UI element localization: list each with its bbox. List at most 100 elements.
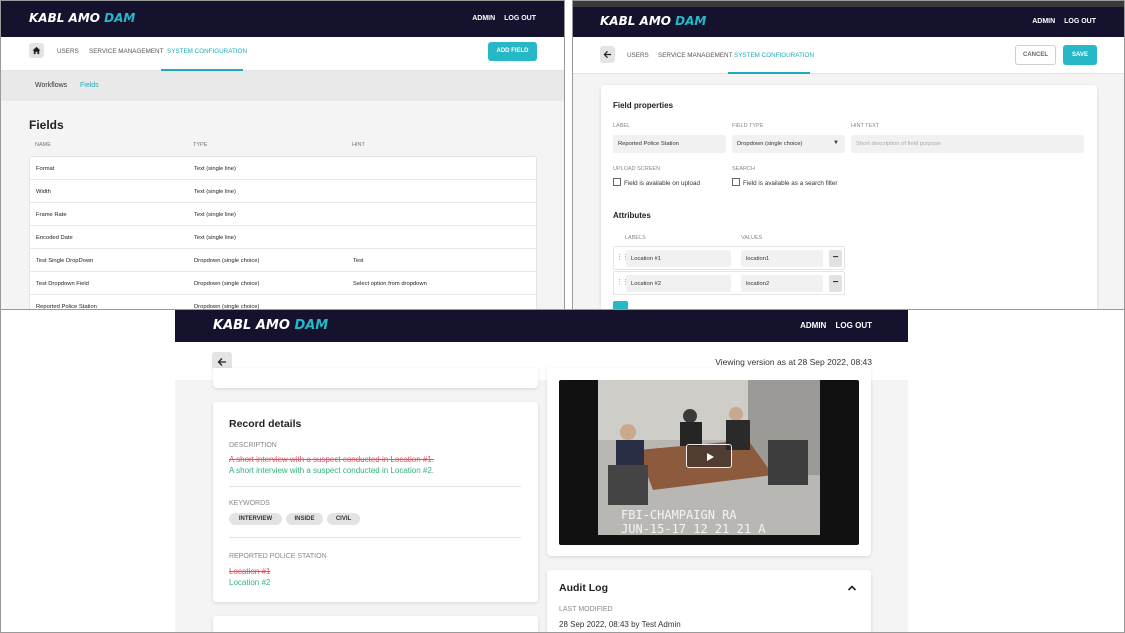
field-hint: Test [353,258,364,264]
table-row[interactable]: Test Dropdown Field Dropdown (single cho… [30,272,536,295]
station-old: Location #1 [229,567,271,576]
attribute-row: ⋮⋮ Location #2 location2 − [613,271,845,295]
label-input[interactable]: Reported Police Station [613,135,726,153]
table-row[interactable]: Frame Rate Text (single line) [30,203,536,226]
audit-log-card: Audit Log LAST MODIFIED 28 Sep 2022, 08:… [547,570,871,632]
field-type-caption: FIELD TYPE [732,123,764,129]
next-card [213,616,538,632]
chevron-up-icon[interactable] [847,584,857,592]
play-button[interactable] [686,444,732,468]
remove-attribute-button[interactable]: − [829,275,842,292]
active-tab-indicator [728,72,810,74]
table-row[interactable]: Encoded Date Text (single line) [30,226,536,249]
arrow-left-icon [603,50,612,59]
tab-service-management[interactable]: SERVICE MANAGEMENT [658,52,732,59]
brand-logo[interactable]: KABL AMO DAM [600,14,706,28]
admin-link[interactable]: ADMIN [472,15,495,22]
admin-link[interactable]: ADMIN [800,321,826,330]
top-bar: KABL AMO DAM ADMIN LOG OUT [1,1,564,37]
main-nav: USERS SERVICE MANAGEMENT SYSTEM CONFIGUR… [573,37,1124,74]
subnav-workflows[interactable]: Workflows [35,82,67,89]
field-type: Text (single line) [194,189,236,195]
field-name: Test Dropdown Field [36,281,89,287]
logout-link[interactable]: LOG OUT [1064,18,1096,25]
table-row[interactable]: Reported Police Station Dropdown (single… [30,295,536,309]
video-overlay-line2: JUN-15-17 12 21 21 A [621,522,766,536]
labels-column: LABELS [625,235,646,241]
attribute-value-input[interactable]: location2 [741,275,823,292]
previous-card [213,368,538,388]
audit-log-title: Audit Log [559,582,608,594]
search-caption: SEARCH [732,166,755,172]
logout-link[interactable]: LOG OUT [836,321,872,330]
column-name: NAME [35,142,51,148]
admin-link[interactable]: ADMIN [1032,18,1055,25]
record-details-card: Record details DESCRIPTION A short inter… [213,402,538,602]
record-version-screen: KABL AMO DAM ADMIN LOG OUT Viewing versi… [0,309,1125,633]
home-button[interactable] [29,43,44,58]
column-type: TYPE [193,142,208,148]
search-checkbox[interactable]: Field is available as a search filter [732,178,838,187]
tab-system-configuration[interactable]: SYSTEM CONFIGURATION [734,52,814,59]
tab-users[interactable]: USERS [57,48,79,55]
attributes-title: Attributes [613,211,651,220]
brand-logo[interactable]: KABL AMO DAM [213,318,328,333]
home-icon [32,46,41,55]
video-card: FBI-CHAMPAIGN RA JUN-15-17 12 21 21 A [547,368,871,556]
field-type: Text (single line) [194,212,236,218]
remove-attribute-button[interactable]: − [829,250,842,267]
attribute-label-input[interactable]: Location #2 [626,275,731,292]
divider [229,537,521,538]
last-modified-label: LAST MODIFIED [559,606,613,613]
play-icon [707,453,714,461]
app-viewport: KABL AMO DAM ADMIN LOG OUT Viewing versi… [175,310,908,632]
subnav-fields[interactable]: Fields [80,82,99,89]
keywords-label: KEYWORDS [229,500,270,507]
field-name: Width [36,189,51,195]
field-hint: Select option from dropdown [353,281,427,287]
table-row[interactable]: Format Text (single line) [30,157,536,180]
attribute-value-input[interactable]: location1 [741,250,823,267]
save-button[interactable]: SAVE [1063,45,1097,65]
field-type-select[interactable]: Dropdown (single choice) ▼ [732,135,845,153]
values-column: VALUES [741,235,763,241]
upload-checkbox[interactable]: Field is available on upload [613,178,700,187]
field-name: Test Single DropDown [36,258,94,264]
description-old: A short interview with a suspect conduct… [229,455,435,464]
cancel-button[interactable]: CANCEL [1015,45,1056,65]
table-row[interactable]: Test Single DropDown Dropdown (single ch… [30,249,536,272]
field-type: Dropdown (single choice) [194,258,260,264]
add-field-button[interactable]: ADD FIELD [488,42,537,61]
table-row[interactable]: Width Text (single line) [30,180,536,203]
brand-logo[interactable]: KABL AMO DAM [29,11,135,25]
hint-input[interactable]: Short description of field purpose [851,135,1084,153]
station-label: REPORTED POLICE STATION [229,553,327,560]
top-bar: KABL AMO DAM ADMIN LOG OUT [175,310,908,342]
field-properties-card: Field properties LABEL Reported Police S… [601,85,1097,309]
sub-nav: Workflows Fields [1,71,564,101]
attribute-label-input[interactable]: Location #1 [626,250,731,267]
keyword-chip: INSIDE [286,513,323,525]
page-title: Fields [29,118,64,132]
logout-link[interactable]: LOG OUT [504,15,536,22]
field-type: Text (single line) [194,235,236,241]
tab-system-configuration[interactable]: SYSTEM CONFIGURATION [167,48,247,55]
back-button[interactable] [600,46,615,63]
column-hint: HINT [352,142,365,148]
field-name: Frame Rate [36,212,67,218]
video-player[interactable]: FBI-CHAMPAIGN RA JUN-15-17 12 21 21 A [559,380,859,545]
field-editor-screen: KABL AMO DAM ADMIN LOG OUT USERS SERVICE… [572,0,1125,310]
arrow-left-icon [217,357,226,366]
top-bar: KABL AMO DAM ADMIN LOG OUT [573,7,1124,37]
last-modified-value: 28 Sep 2022, 08:43 by Test Admin [559,620,681,629]
viewing-version-text: Viewing version as at 28 Sep 2022, 08:43 [715,357,872,367]
keyword-chip: INTERVIEW [229,513,282,525]
hint-caption: HINT TEXT [851,123,880,129]
field-type: Dropdown (single choice) [194,281,260,287]
video-overlay-line1: FBI-CHAMPAIGN RA [621,508,737,522]
fields-table: Format Text (single line) Width Text (si… [29,156,537,309]
section-title: Field properties [613,101,674,110]
tab-users[interactable]: USERS [627,52,649,59]
tab-service-management[interactable]: SERVICE MANAGEMENT [89,48,163,55]
label-caption: LABEL [613,123,631,129]
